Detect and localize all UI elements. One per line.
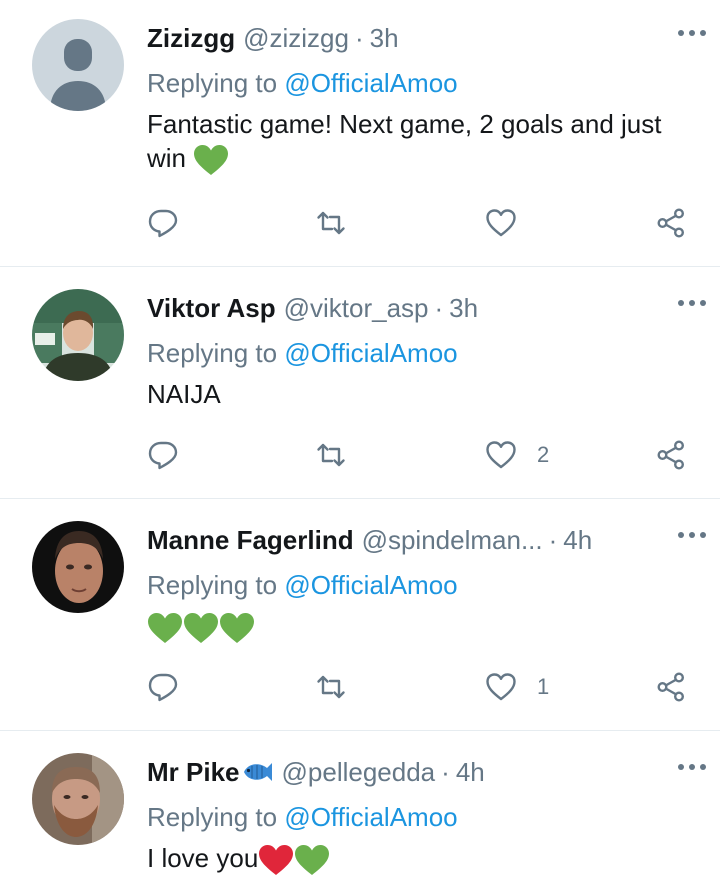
separator-dot: · <box>434 292 444 323</box>
like-heart-icon <box>485 671 517 703</box>
tweet-content: Viktor Asp @viktor_asp · 3h Replying to … <box>147 290 700 411</box>
avatar[interactable] <box>32 521 124 613</box>
replying-to: Replying to @OfficialAmoo <box>147 799 700 835</box>
tweet[interactable]: Viktor Asp @viktor_asp · 3h Replying to … <box>0 267 720 499</box>
separator-dot: · <box>548 524 558 555</box>
reply-button[interactable] <box>147 437 179 473</box>
replying-to: Replying to @OfficialAmoo <box>147 335 700 371</box>
timestamp[interactable]: 4h <box>456 757 485 788</box>
retweet-button[interactable] <box>315 437 347 473</box>
red-heart-icon <box>258 844 294 876</box>
like-count: 2 <box>537 442 550 467</box>
replying-to: Replying to @OfficialAmoo <box>147 567 700 603</box>
retweet-icon <box>315 207 347 239</box>
user-handle[interactable]: @zizizgg <box>243 23 349 54</box>
tweet[interactable]: Zizizgg @zizizgg · 3h Replying to @Offic… <box>0 0 720 267</box>
fish-icon <box>243 763 272 781</box>
green-heart-icon <box>147 612 183 644</box>
more-dots-icon[interactable] <box>678 764 706 772</box>
display-name[interactable]: Mr Pike <box>147 757 240 788</box>
tweet-text-content: NAIJA <box>147 379 221 409</box>
replying-prefix: Replying to <box>147 802 278 832</box>
tweet-content: Manne Fagerlind @spindelman... · 4h Repl… <box>147 522 700 645</box>
share-button[interactable] <box>655 669 687 705</box>
retweet-button[interactable] <box>315 205 347 241</box>
separator-dot: · <box>441 756 450 787</box>
display-name[interactable]: Zizizgg <box>147 23 235 54</box>
tweet-text-content: I love you <box>147 843 259 873</box>
share-button[interactable] <box>655 437 687 473</box>
timestamp[interactable]: 3h <box>449 293 478 324</box>
like-count: 1 <box>537 674 550 699</box>
tweet[interactable]: Manne Fagerlind @spindelman... · 4h Repl… <box>0 499 720 731</box>
tweet-text <box>147 609 700 645</box>
more-dots-icon[interactable] <box>678 300 706 308</box>
tweet-text: I love you <box>147 841 700 876</box>
more-dots-icon[interactable] <box>678 532 706 540</box>
tweet-actions: 2 <box>147 437 692 473</box>
share-icon <box>655 439 687 471</box>
like-heart-icon <box>485 207 517 239</box>
reply-button[interactable] <box>147 205 179 241</box>
like-button[interactable]: 1 <box>485 669 549 705</box>
green-heart-icon <box>193 144 229 176</box>
mention-link[interactable]: @OfficialAmoo <box>284 802 457 832</box>
tweet[interactable]: Mr Pike @pellegedda · 4h Replying to @Of… <box>0 731 720 891</box>
tweet-header: Manne Fagerlind @spindelman... · 4h <box>147 522 700 558</box>
tweet-content: Zizizgg @zizizgg · 3h Replying to @Offic… <box>147 20 700 176</box>
replying-prefix: Replying to <box>147 68 278 98</box>
mention-link[interactable]: @OfficialAmoo <box>284 570 457 600</box>
like-button[interactable] <box>485 205 517 241</box>
user-handle[interactable]: @pellegedda <box>282 757 436 788</box>
retweet-icon <box>315 671 347 703</box>
mention-link[interactable]: @OfficialAmoo <box>284 338 457 368</box>
reply-icon <box>147 207 179 239</box>
replying-to: Replying to @OfficialAmoo <box>147 65 700 101</box>
reply-icon <box>147 439 179 471</box>
avatar[interactable] <box>32 289 124 381</box>
tweet-header: Zizizgg @zizizgg · 3h <box>147 20 700 56</box>
avatar-default[interactable] <box>32 19 124 111</box>
green-heart-icon <box>294 844 330 876</box>
green-heart-icon <box>219 612 255 644</box>
retweet-icon <box>315 439 347 471</box>
user-handle[interactable]: @spindelman... <box>362 525 543 556</box>
share-icon <box>655 207 687 239</box>
separator-dot: · <box>354 22 364 53</box>
share-icon <box>655 671 687 703</box>
user-handle[interactable]: @viktor_asp <box>284 293 429 324</box>
reply-icon <box>147 671 179 703</box>
tweet-header: Mr Pike @pellegedda · 4h <box>147 754 700 790</box>
reply-button[interactable] <box>147 669 179 705</box>
green-heart-icon <box>183 612 219 644</box>
like-heart-icon <box>485 439 517 471</box>
tweet-content: Mr Pike @pellegedda · 4h Replying to @Of… <box>147 754 700 876</box>
tweet-text: NAIJA <box>147 377 700 411</box>
replying-prefix: Replying to <box>147 570 278 600</box>
timestamp[interactable]: 4h <box>563 525 592 556</box>
mention-link[interactable]: @OfficialAmoo <box>284 68 457 98</box>
reply-feed: Zizizgg @zizizgg · 3h Replying to @Offic… <box>0 0 720 891</box>
tweet-actions <box>147 205 692 241</box>
timestamp[interactable]: 3h <box>370 23 399 54</box>
retweet-button[interactable] <box>315 669 347 705</box>
display-name[interactable]: Viktor Asp <box>147 293 276 324</box>
tweet-text: Fantastic game! Next game, 2 goals and j… <box>147 107 700 176</box>
tweet-header: Viktor Asp @viktor_asp · 3h <box>147 290 700 326</box>
like-button[interactable]: 2 <box>485 437 549 473</box>
share-button[interactable] <box>655 205 687 241</box>
more-dots-icon[interactable] <box>678 30 706 38</box>
display-name[interactable]: Manne Fagerlind <box>147 525 354 556</box>
avatar[interactable] <box>32 753 124 845</box>
tweet-actions: 1 <box>147 669 692 705</box>
replying-prefix: Replying to <box>147 338 278 368</box>
